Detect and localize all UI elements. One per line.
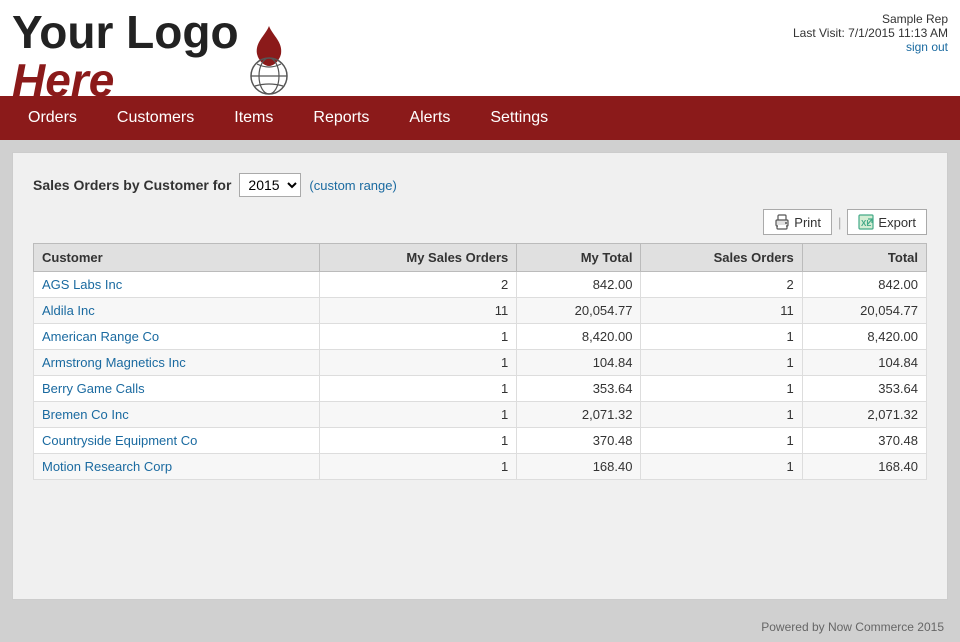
table-row: Countryside Equipment Co 1 370.48 1 370.…: [34, 428, 927, 454]
sales-table: Customer My Sales Orders My Total Sales …: [33, 243, 927, 480]
cell-total: 20,054.77: [802, 298, 926, 324]
cell-my-total: 2,071.32: [517, 402, 641, 428]
cell-my-orders: 1: [320, 376, 517, 402]
nav-items[interactable]: Items: [214, 99, 293, 137]
cell-orders: 1: [641, 454, 802, 480]
cell-total: 8,420.00: [802, 324, 926, 350]
cell-orders: 1: [641, 376, 802, 402]
cell-total: 842.00: [802, 272, 926, 298]
cell-orders: 2: [641, 272, 802, 298]
cell-orders: 11: [641, 298, 802, 324]
nav-orders[interactable]: Orders: [8, 99, 97, 137]
col-total: Total: [802, 244, 926, 272]
table-row: American Range Co 1 8,420.00 1 8,420.00: [34, 324, 927, 350]
cell-customer: Countryside Equipment Co: [34, 428, 320, 454]
table-row: Motion Research Corp 1 168.40 1 168.40: [34, 454, 927, 480]
nav-settings[interactable]: Settings: [470, 99, 568, 137]
print-label: Print: [794, 215, 821, 230]
table-row: Berry Game Calls 1 353.64 1 353.64: [34, 376, 927, 402]
filter-row: Sales Orders by Customer for 2013 2014 2…: [33, 173, 927, 197]
cell-total: 353.64: [802, 376, 926, 402]
cell-my-orders: 11: [320, 298, 517, 324]
cell-total: 2,071.32: [802, 402, 926, 428]
export-icon: XL: [858, 214, 874, 230]
header: Your LogoHere Sa: [0, 0, 960, 96]
user-name: Sample Rep: [793, 12, 948, 26]
footer: Powered by Now Commerce 2015: [0, 612, 960, 642]
cell-total: 370.48: [802, 428, 926, 454]
cell-my-total: 20,054.77: [517, 298, 641, 324]
main-content: Sales Orders by Customer for 2013 2014 2…: [12, 152, 948, 600]
last-visit: Last Visit: 7/1/2015 11:13 AM: [793, 26, 948, 40]
cell-my-orders: 1: [320, 402, 517, 428]
cell-my-total: 353.64: [517, 376, 641, 402]
table-row: Bremen Co Inc 1 2,071.32 1 2,071.32: [34, 402, 927, 428]
table-row: Aldila Inc 11 20,054.77 11 20,054.77: [34, 298, 927, 324]
powered-by: Powered by Now Commerce 2015: [761, 620, 944, 634]
sign-out-link[interactable]: sign out: [906, 40, 948, 54]
cell-customer: AGS Labs Inc: [34, 272, 320, 298]
user-info: Sample Rep Last Visit: 7/1/2015 11:13 AM…: [793, 8, 948, 54]
col-my-total: My Total: [517, 244, 641, 272]
cell-customer: Bremen Co Inc: [34, 402, 320, 428]
cell-orders: 1: [641, 324, 802, 350]
nav-alerts[interactable]: Alerts: [389, 99, 470, 137]
customer-link[interactable]: AGS Labs Inc: [42, 277, 122, 292]
export-label: Export: [878, 215, 916, 230]
svg-text:XL: XL: [861, 219, 871, 228]
customer-link[interactable]: Armstrong Magnetics Inc: [42, 355, 186, 370]
customer-link[interactable]: Motion Research Corp: [42, 459, 172, 474]
cell-my-total: 842.00: [517, 272, 641, 298]
cell-customer: Aldila Inc: [34, 298, 320, 324]
customer-link[interactable]: Aldila Inc: [42, 303, 95, 318]
cell-total: 104.84: [802, 350, 926, 376]
print-icon: [774, 214, 790, 230]
logo-area: Your LogoHere: [12, 8, 293, 105]
cell-orders: 1: [641, 402, 802, 428]
cell-total: 168.40: [802, 454, 926, 480]
export-button[interactable]: XL Export: [847, 209, 927, 235]
year-select[interactable]: 2013 2014 2015 2016: [239, 173, 301, 197]
logo-icon: [245, 24, 293, 99]
col-customer: Customer: [34, 244, 320, 272]
cell-customer: Berry Game Calls: [34, 376, 320, 402]
cell-my-total: 370.48: [517, 428, 641, 454]
table-body: AGS Labs Inc 2 842.00 2 842.00 Aldila In…: [34, 272, 927, 480]
nav-reports[interactable]: Reports: [293, 99, 389, 137]
logo-text: Your LogoHere: [12, 8, 239, 105]
cell-customer: American Range Co: [34, 324, 320, 350]
print-button[interactable]: Print: [763, 209, 832, 235]
customer-link[interactable]: American Range Co: [42, 329, 159, 344]
customer-link[interactable]: Berry Game Calls: [42, 381, 145, 396]
cell-my-total: 168.40: [517, 454, 641, 480]
cell-my-orders: 1: [320, 428, 517, 454]
cell-my-orders: 1: [320, 324, 517, 350]
cell-orders: 1: [641, 428, 802, 454]
col-orders: Sales Orders: [641, 244, 802, 272]
customer-link[interactable]: Bremen Co Inc: [42, 407, 129, 422]
filter-label: Sales Orders by Customer for: [33, 177, 231, 193]
cell-customer: Motion Research Corp: [34, 454, 320, 480]
table-row: Armstrong Magnetics Inc 1 104.84 1 104.8…: [34, 350, 927, 376]
cell-orders: 1: [641, 350, 802, 376]
cell-my-orders: 1: [320, 454, 517, 480]
cell-my-total: 104.84: [517, 350, 641, 376]
divider: |: [836, 215, 843, 230]
nav-customers[interactable]: Customers: [97, 99, 214, 137]
customer-link[interactable]: Countryside Equipment Co: [42, 433, 197, 448]
table-row: AGS Labs Inc 2 842.00 2 842.00: [34, 272, 927, 298]
col-my-orders: My Sales Orders: [320, 244, 517, 272]
table-header-row: Customer My Sales Orders My Total Sales …: [34, 244, 927, 272]
cell-my-total: 8,420.00: [517, 324, 641, 350]
action-row: Print | XL Export: [33, 209, 927, 235]
cell-customer: Armstrong Magnetics Inc: [34, 350, 320, 376]
custom-range-link[interactable]: (custom range): [309, 178, 396, 193]
logo: Your LogoHere: [12, 8, 293, 105]
cell-my-orders: 1: [320, 350, 517, 376]
cell-my-orders: 2: [320, 272, 517, 298]
main-nav: Orders Customers Items Reports Alerts Se…: [0, 96, 960, 140]
